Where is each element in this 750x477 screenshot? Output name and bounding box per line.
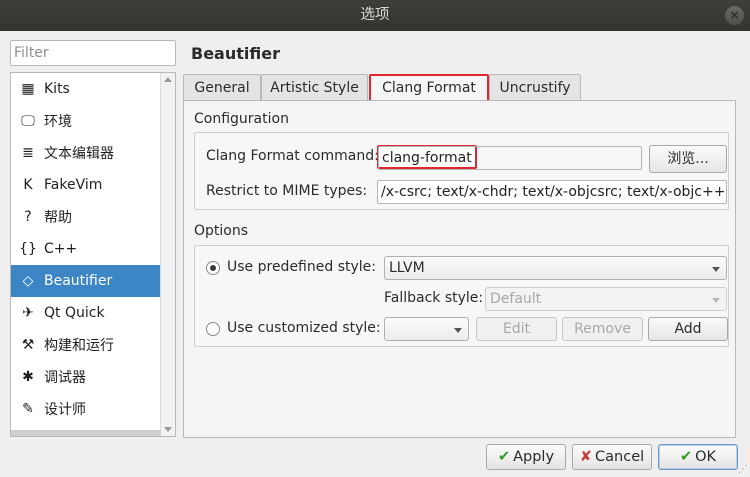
chevron-down-icon — [712, 298, 720, 303]
scroll-down-icon[interactable] — [164, 427, 172, 432]
sidebar-item[interactable]: ✎ 设计师 — [11, 393, 161, 425]
chevron-down-icon — [712, 267, 720, 272]
fakevim-icon: K — [23, 177, 33, 193]
sidebar-item-label: Qt Quick — [44, 305, 105, 321]
mime-label: Restrict to MIME types: — [206, 183, 368, 199]
sidebar-item-label: 设计师 — [44, 402, 86, 418]
tab-uncrustify[interactable]: Uncrustify — [489, 74, 581, 101]
sidebar-item[interactable]: ▦ Kits — [11, 73, 161, 105]
sidebar-item[interactable]: {} C++ — [11, 233, 161, 265]
chevron-down-icon — [454, 328, 462, 333]
check-icon: ✔ — [497, 449, 511, 465]
customized-style-select[interactable] — [384, 317, 469, 341]
close-icon[interactable]: × — [725, 6, 744, 25]
braces-icon: {} — [19, 241, 37, 257]
resize-grip-icon[interactable]: ⋰ — [738, 464, 748, 475]
configuration-title: Configuration — [194, 111, 289, 127]
cancel-icon: ✘ — [579, 449, 593, 465]
monitor-icon: 🖵 — [21, 113, 35, 129]
add-button[interactable]: Add — [648, 317, 728, 341]
sidebar-item-label: 调试器 — [44, 370, 86, 386]
sidebar-item[interactable]: ≣ 文本编辑器 — [11, 137, 161, 169]
clang-format-panel: Configuration Clang Format command: clan… — [183, 100, 736, 438]
apply-label: Apply — [513, 449, 555, 465]
pencil-icon: ✎ — [22, 401, 34, 417]
sidebar-item-label: Beautifier — [44, 273, 113, 289]
predefined-style-value: LLVM — [389, 260, 425, 276]
fallback-style-select[interactable]: Default — [485, 287, 727, 311]
command-label: Clang Format command: — [206, 148, 379, 164]
sidebar-item[interactable]: ✈ Qt Quick — [11, 297, 161, 329]
sidebar-hscrollbar[interactable] — [11, 430, 161, 436]
help-icon: ? — [24, 209, 32, 225]
configuration-group: Clang Format command: clang-format 浏览...… — [194, 132, 729, 210]
fallback-style-label: Fallback style: — [384, 290, 484, 306]
sidebar-item-label: 文本编辑器 — [44, 146, 114, 162]
ok-button[interactable]: ✔ OK — [658, 444, 738, 470]
fallback-style-value: Default — [490, 291, 542, 307]
predefined-style-select[interactable]: LLVM — [384, 256, 727, 280]
window-title: 选项 — [360, 7, 390, 23]
sidebar-scrollbar[interactable] — [160, 73, 175, 436]
mime-types-input[interactable]: /x-csrc; text/x-chdr; text/x-objcsrc; te… — [377, 180, 727, 204]
ok-label: OK — [695, 449, 717, 465]
hammer-icon: ⚒ — [21, 337, 35, 353]
apply-button[interactable]: ✔ Apply — [486, 444, 566, 470]
diamond-icon: ◇ — [22, 273, 34, 289]
cancel-label: Cancel — [595, 449, 645, 465]
sidebar-item[interactable]: ✱ 调试器 — [11, 361, 161, 393]
tab-clang-format[interactable]: Clang Format — [369, 74, 489, 102]
edit-button[interactable]: Edit — [476, 317, 557, 341]
filter-input[interactable]: Filter — [10, 40, 176, 66]
bug-icon: ✱ — [22, 369, 34, 385]
tab-general[interactable]: General — [183, 74, 261, 101]
browse-button[interactable]: 浏览... — [649, 145, 727, 173]
text-editor-icon: ≣ — [22, 145, 34, 161]
sidebar-item-label: 环境 — [44, 114, 72, 130]
page-title: Beautifier — [191, 44, 280, 63]
check-icon: ✔ — [679, 449, 693, 465]
tab-artistic-style[interactable]: Artistic Style — [261, 74, 368, 101]
sidebar-item[interactable]: ? 帮助 — [11, 201, 161, 233]
window-titlebar: 选项 × — [0, 0, 750, 31]
sidebar-item-label: 构建和运行 — [44, 338, 114, 354]
sidebar-item[interactable]: ⚒ 构建和运行 — [11, 329, 161, 361]
sidebar-item-label: C++ — [44, 241, 78, 257]
sidebar-item[interactable]: 🖵 环境 — [11, 105, 161, 137]
command-input[interactable]: clang-format — [378, 146, 642, 170]
customized-style-label: Use customized style: — [227, 320, 381, 336]
scroll-up-icon[interactable] — [164, 77, 172, 82]
kits-icon: ▦ — [21, 81, 35, 97]
sidebar-item-label: 帮助 — [44, 210, 72, 226]
remove-button[interactable]: Remove — [562, 317, 643, 341]
category-list[interactable]: ▦ Kits 🖵 环境 ≣ 文本编辑器 K FakeVim? 帮助 {} C++ ◇ Beautifie… — [10, 72, 176, 437]
predefined-style-label: Use predefined style: — [227, 259, 376, 275]
options-group: Use predefined style: LLVM Fallback styl… — [194, 245, 729, 347]
predefined-style-radio[interactable] — [206, 261, 220, 275]
sidebar-item[interactable]: K FakeVim — [11, 169, 161, 201]
qt-quick-icon: ✈ — [22, 305, 34, 321]
sidebar-item[interactable]: ◇ Beautifier — [11, 265, 161, 297]
options-title: Options — [194, 223, 249, 239]
cancel-button[interactable]: ✘ Cancel — [572, 444, 652, 470]
sidebar-item-label: FakeVim — [44, 177, 103, 193]
customized-style-radio[interactable] — [206, 322, 220, 336]
sidebar-item-label: Kits — [44, 81, 70, 97]
